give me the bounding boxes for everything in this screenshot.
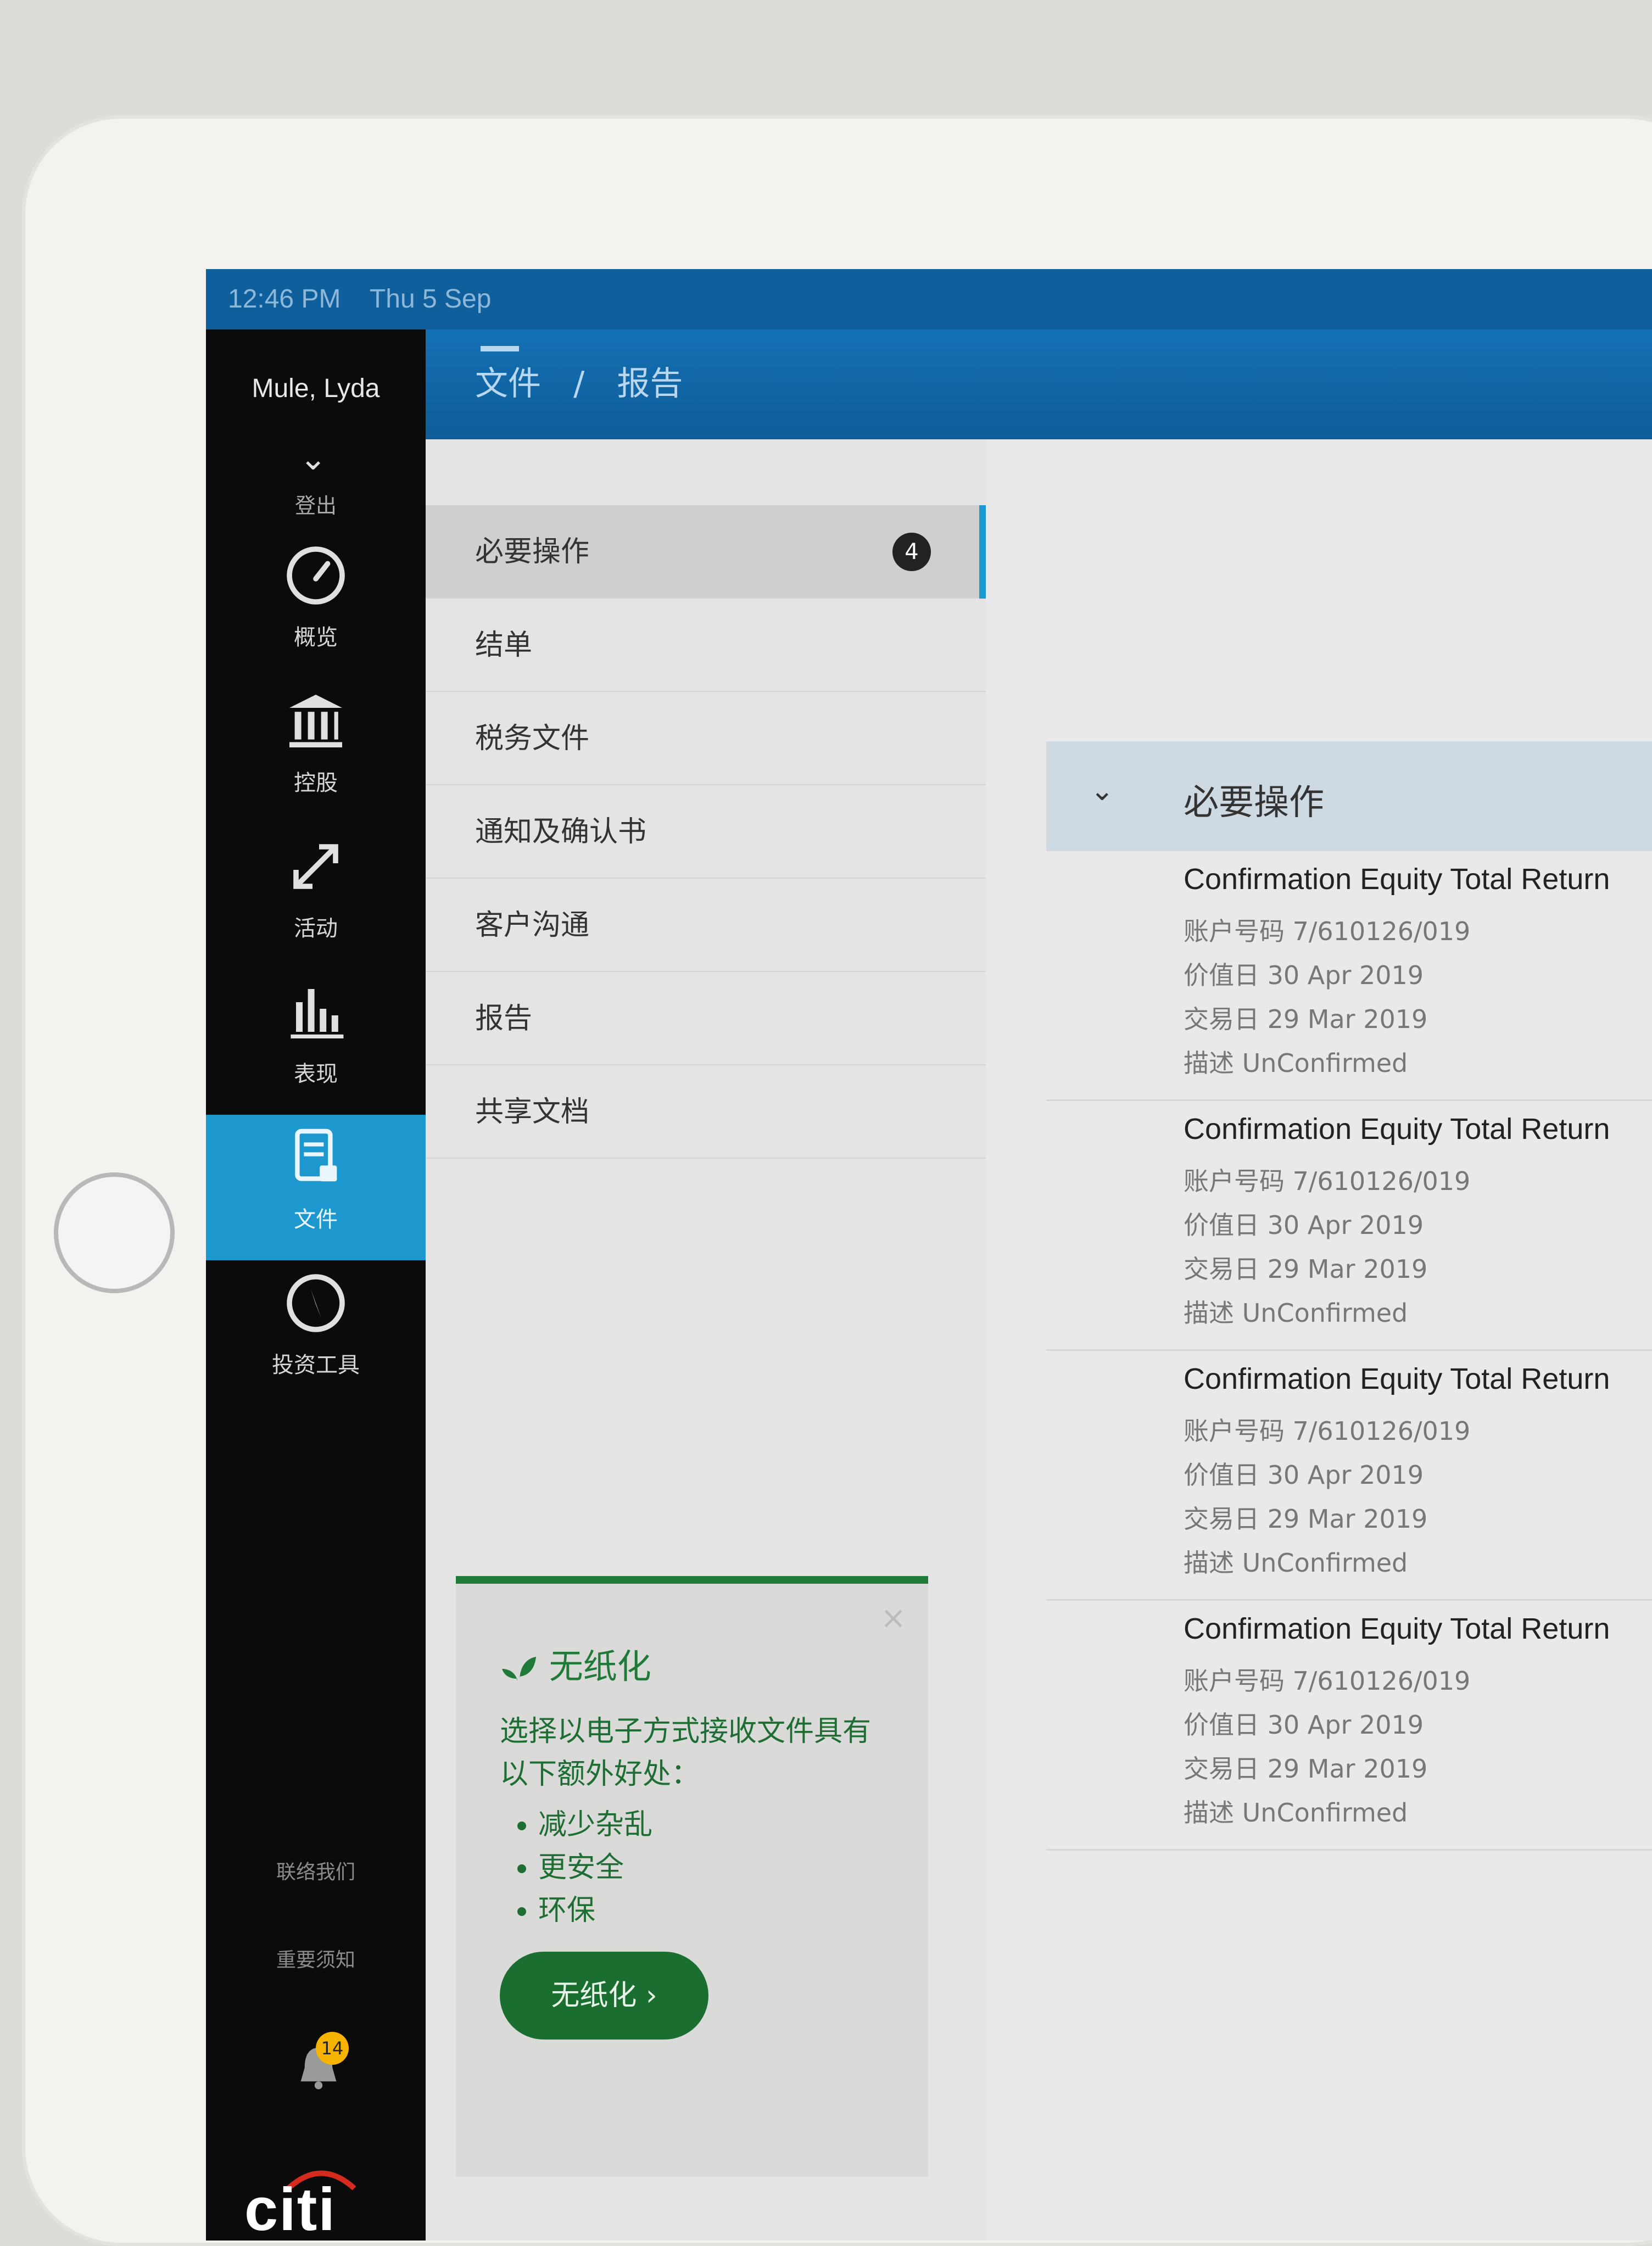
bank-icon	[289, 695, 342, 747]
user-name[interactable]: Mule, Lyda	[206, 373, 426, 404]
chevron-right-icon: ›	[645, 1979, 657, 2012]
doc-nav-statements[interactable]: 结单	[426, 599, 986, 692]
card-account: 账户号码 7/610126/019	[1184, 1666, 1471, 1696]
leaf-icon	[502, 1656, 536, 1681]
doc-nav-label: 结单	[475, 629, 533, 662]
doc-nav-shared-documents[interactable]: 共享文档	[426, 1065, 986, 1159]
go-paperless-button[interactable]: 无纸化 ›	[500, 1952, 708, 2040]
active-indicator	[979, 505, 986, 599]
card-title: Confirmation Equity Total Return	[1184, 1612, 1610, 1645]
doc-nav-label: 共享文档	[475, 1096, 590, 1128]
sidebar-item-label: 活动	[294, 916, 338, 941]
promo-benefits-list: 减少杂乱 更安全 环保	[500, 1803, 652, 1932]
card-account: 账户号码 7/610126/019	[1184, 1166, 1471, 1196]
sidebar-item-label: 概览	[294, 625, 338, 650]
sidebar-item-label: 文件	[294, 1207, 338, 1232]
doc-nav-label: 客户沟通	[475, 909, 590, 942]
breadcrumb-current: 报告	[617, 365, 683, 403]
document-card[interactable]: Confirmation Equity Total Return 账户号码 7/…	[1046, 1101, 1652, 1351]
tablet-frame: 12:46 PM Thu 5 Sep Mule, Lyda ⌄ 登出 概览 控股…	[22, 115, 1652, 2246]
sidebar: Mule, Lyda ⌄ 登出 概览 控股 活动 表现 文件 投资工具 联络我们…	[206, 329, 426, 2241]
list-item: 更安全	[538, 1846, 652, 1889]
arrows-icon	[293, 844, 338, 889]
document-card[interactable]: Confirmation Equity Total Return 账户号码 7/…	[1046, 1601, 1652, 1851]
document-card[interactable]: Confirmation Equity Total Return 账户号码 7/…	[1046, 851, 1652, 1101]
sidebar-item-invest-tools[interactable]: 投资工具	[206, 1260, 426, 1406]
list-item: 减少杂乱	[538, 1803, 652, 1846]
breadcrumb: 文件 / 报告	[475, 357, 683, 405]
doc-nav-required-actions[interactable]: 必要操作 4	[426, 505, 986, 599]
card-trade-date: 交易日 29 Mar 2019	[1184, 1004, 1428, 1034]
contact-us-link[interactable]: 联络我们	[206, 1856, 426, 1885]
section-title: 必要操作	[1184, 783, 1324, 823]
doc-nav-label: 报告	[475, 1002, 533, 1035]
doc-nav-reports[interactable]: 报告	[426, 972, 986, 1065]
card-title: Confirmation Equity Total Return	[1184, 1362, 1610, 1395]
breadcrumb-root[interactable]: 文件	[475, 365, 541, 403]
document-card[interactable]: Confirmation Equity Total Return 账户号码 7/…	[1046, 1351, 1652, 1601]
sidebar-item-performance[interactable]: 表现	[206, 969, 426, 1115]
card-value-date: 价值日 30 Apr 2019	[1184, 1460, 1424, 1490]
important-notice-link[interactable]: 重要须知	[206, 1944, 426, 1973]
paperless-promo-card: × 无纸化 选择以电子方式接收文件具有以下额外好处： 减少杂乱 更安全 环保 无…	[456, 1576, 928, 2177]
sidebar-item-holdings[interactable]: 控股	[206, 678, 426, 824]
compass-icon	[287, 1274, 345, 1332]
doc-nav-label: 税务文件	[475, 722, 590, 755]
card-value-date: 价值日 30 Apr 2019	[1184, 960, 1424, 990]
logout-link[interactable]: 登出	[206, 489, 426, 519]
doc-nav-label: 必要操作	[475, 535, 590, 568]
card-title: Confirmation Equity Total Return	[1184, 863, 1610, 896]
doc-nav-label: 通知及确认书	[475, 815, 647, 848]
card-description: 描述 UnConfirmed	[1184, 1548, 1408, 1578]
sidebar-item-documents[interactable]: 文件	[206, 1115, 426, 1260]
card-title: Confirmation Equity Total Return	[1184, 1113, 1610, 1146]
status-bar: 12:46 PM Thu 5 Sep	[206, 269, 1652, 329]
card-trade-date: 交易日 29 Mar 2019	[1184, 1504, 1428, 1534]
close-icon[interactable]: ×	[880, 1600, 906, 1636]
sidebar-item-overview[interactable]: 概览	[206, 533, 426, 678]
card-account: 账户号码 7/610126/019	[1184, 917, 1471, 946]
notification-badge: 14	[316, 2032, 349, 2065]
card-value-date: 价值日 30 Apr 2019	[1184, 1710, 1424, 1740]
home-button[interactable]	[54, 1172, 175, 1293]
card-value-date: 价值日 30 Apr 2019	[1184, 1210, 1424, 1240]
card-trade-date: 交易日 29 Mar 2019	[1184, 1754, 1428, 1784]
sidebar-item-label: 投资工具	[272, 1353, 360, 1378]
drag-handle	[481, 346, 519, 351]
card-account: 账户号码 7/610126/019	[1184, 1416, 1471, 1446]
promo-text: 选择以电子方式接收文件具有以下额外好处：	[500, 1715, 872, 1791]
sidebar-item-activity[interactable]: 活动	[206, 824, 426, 969]
app-screen: 12:46 PM Thu 5 Sep Mule, Lyda ⌄ 登出 概览 控股…	[206, 269, 1652, 2241]
card-description: 描述 UnConfirmed	[1184, 1298, 1408, 1328]
list-item: 环保	[538, 1889, 652, 1932]
breadcrumb-separator: /	[573, 365, 585, 403]
doc-nav-tax-documents[interactable]: 税务文件	[426, 692, 986, 785]
status-date: Thu 5 Sep	[369, 284, 492, 314]
document-lock-icon	[295, 1128, 337, 1182]
card-description: 描述 UnConfirmed	[1184, 1048, 1408, 1078]
status-time: 12:46 PM	[228, 284, 341, 314]
count-badge: 4	[892, 533, 931, 571]
gauge-icon	[287, 546, 345, 605]
chevron-down-icon[interactable]: ⌄	[299, 439, 327, 478]
bar-chart-icon	[291, 989, 344, 1038]
doc-nav-client-communication[interactable]: 客户沟通	[426, 879, 986, 972]
card-description: 描述 UnConfirmed	[1184, 1798, 1408, 1828]
citi-logo: citi	[244, 2176, 336, 2241]
card-trade-date: 交易日 29 Mar 2019	[1184, 1254, 1428, 1284]
page-header: 文件 / 报告	[426, 329, 1652, 439]
promo-title: 无纸化	[500, 1639, 651, 1688]
sidebar-item-label: 表现	[294, 1061, 338, 1087]
chevron-down-icon[interactable]: ⌄	[1090, 774, 1114, 807]
document-list-panel: ⌄ 必要操作 Confirmation Equity Total Return …	[986, 439, 1652, 2241]
doc-nav-notices[interactable]: 通知及确认书	[426, 785, 986, 879]
sidebar-item-label: 控股	[294, 770, 338, 796]
section-header-required-actions[interactable]: ⌄ 必要操作	[1046, 741, 1652, 851]
